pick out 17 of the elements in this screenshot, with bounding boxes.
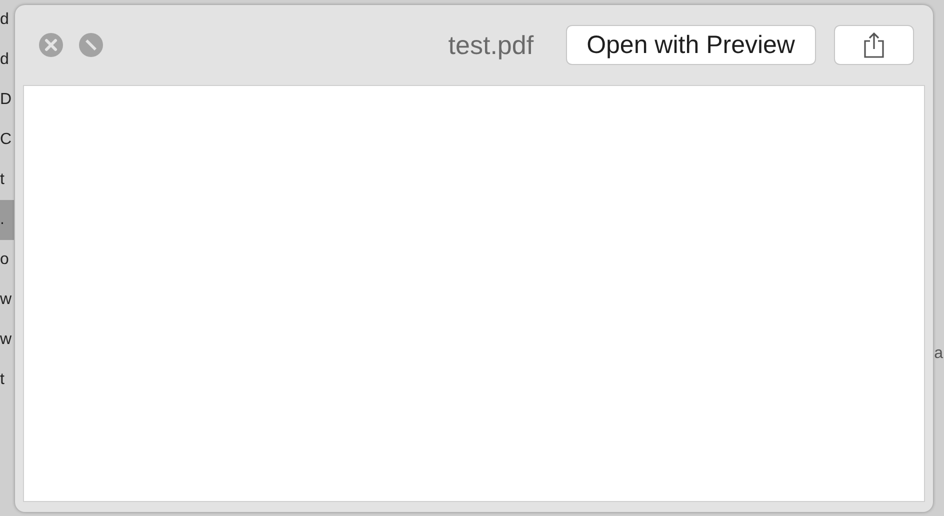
list-item[interactable]: d xyxy=(0,40,9,80)
list-item[interactable]: D xyxy=(0,80,12,120)
close-icon[interactable] xyxy=(39,33,63,57)
share-button[interactable] xyxy=(834,25,914,65)
list-item[interactable]: d xyxy=(0,0,9,40)
window-title: test.pdf xyxy=(448,30,534,60)
list-item[interactable]: t xyxy=(0,160,4,200)
list-item[interactable]: C xyxy=(0,120,12,160)
list-item[interactable]: . xyxy=(0,200,14,240)
background-text: a xyxy=(934,345,943,363)
list-item[interactable]: w xyxy=(0,280,12,320)
fullscreen-icon[interactable] xyxy=(79,33,103,57)
list-item[interactable]: o xyxy=(0,240,9,280)
open-with-preview-button[interactable]: Open with Preview xyxy=(566,25,816,65)
list-item[interactable]: t xyxy=(0,360,4,400)
share-icon xyxy=(863,32,885,58)
list-item[interactable]: w xyxy=(0,320,12,360)
